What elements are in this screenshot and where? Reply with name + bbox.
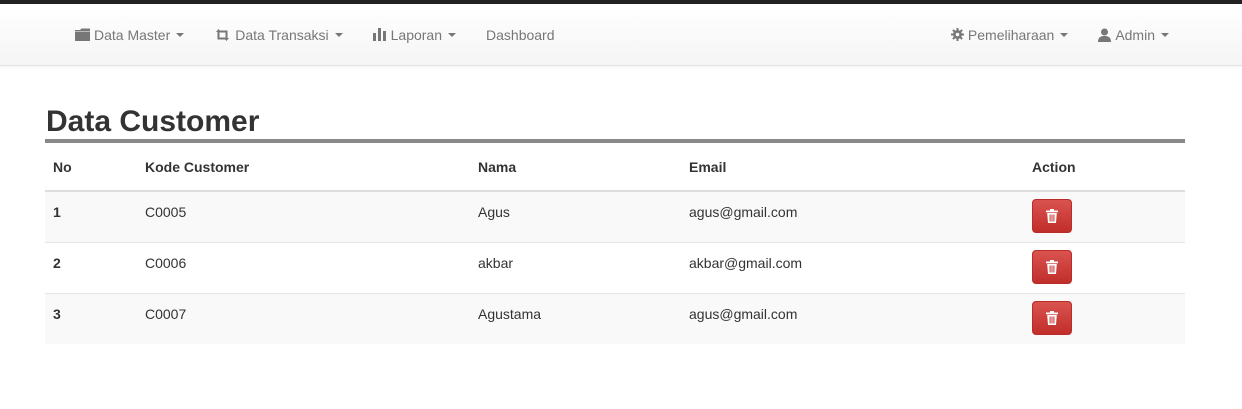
cell-kode: C0006	[137, 242, 470, 294]
column-header-action: Action	[1024, 143, 1185, 192]
nav-data-master-label: Data Master	[94, 26, 171, 43]
chevron-down-icon	[1161, 32, 1169, 37]
cell-no: 1	[45, 190, 137, 243]
chevron-down-icon	[334, 32, 343, 37]
trash-icon	[1046, 260, 1058, 274]
cell-nama: akbar	[470, 242, 681, 294]
bar-chart-icon	[372, 28, 387, 41]
page-title: Data Customer	[46, 105, 260, 138]
table-row: 3 C0007 Agustama agus@gmail.com	[45, 293, 1185, 344]
table-header-row: No Kode Customer Nama Email Action	[45, 143, 1185, 192]
navbar: Data Master Data Transaksi Laporan Dashb…	[0, 4, 1242, 66]
cell-kode: C0005	[137, 190, 470, 243]
nav-admin-label: Admin	[1115, 26, 1155, 43]
chevron-down-icon	[176, 32, 185, 37]
cell-action	[1024, 190, 1185, 243]
cell-no: 3	[45, 293, 137, 344]
column-header-kode-customer: Kode Customer	[137, 143, 470, 192]
nav-dashboard-label: Dashboard	[486, 26, 555, 43]
nav-dashboard-link[interactable]: Dashboard	[471, 4, 570, 65]
nav-right: Pemeliharaan Admin	[936, 4, 1184, 65]
customer-table: No Kode Customer Nama Email Action 1 C00…	[45, 143, 1185, 344]
table-row: 1 C0005 Agus agus@gmail.com	[45, 190, 1185, 243]
gear-icon	[950, 28, 964, 41]
nav-laporan-dropdown[interactable]: Laporan	[358, 4, 471, 65]
delete-button[interactable]	[1032, 301, 1072, 335]
cell-email: agus@gmail.com	[681, 293, 1024, 344]
delete-button[interactable]	[1032, 199, 1072, 233]
nav-admin-dropdown[interactable]: Admin	[1083, 4, 1184, 65]
delete-button[interactable]	[1032, 250, 1072, 284]
cell-kode: C0007	[137, 293, 470, 344]
main-content: Data Customer No Kode Customer Nama Emai…	[45, 105, 1185, 344]
column-header-nama: Nama	[470, 143, 681, 192]
retweet-icon	[214, 28, 231, 41]
nav-data-master-dropdown[interactable]: Data Master	[60, 4, 199, 65]
chevron-down-icon	[448, 32, 457, 37]
cell-action	[1024, 293, 1185, 344]
chevron-down-icon	[1060, 32, 1069, 37]
user-icon	[1098, 28, 1112, 42]
trash-icon	[1046, 311, 1058, 325]
cell-email: agus@gmail.com	[681, 190, 1024, 243]
folder-icon	[75, 28, 90, 41]
nav-pemeliharaan-label: Pemeliharaan	[967, 26, 1055, 43]
nav-laporan-label: Laporan	[390, 26, 443, 43]
column-header-email: Email	[681, 143, 1024, 192]
nav-pemeliharaan-dropdown[interactable]: Pemeliharaan	[936, 4, 1083, 65]
cell-nama: Agustama	[470, 293, 681, 344]
cell-nama: Agus	[470, 190, 681, 243]
nav-data-transaksi-label: Data Transaksi	[235, 26, 329, 43]
cell-no: 2	[45, 242, 137, 294]
column-header-no: No	[45, 143, 137, 192]
nav-left: Data Master Data Transaksi Laporan Dashb…	[60, 4, 570, 65]
nav-data-transaksi-dropdown[interactable]: Data Transaksi	[199, 4, 357, 65]
table-row: 2 C0006 akbar akbar@gmail.com	[45, 242, 1185, 294]
cell-action	[1024, 242, 1185, 294]
trash-icon	[1046, 209, 1058, 223]
cell-email: akbar@gmail.com	[681, 242, 1024, 294]
